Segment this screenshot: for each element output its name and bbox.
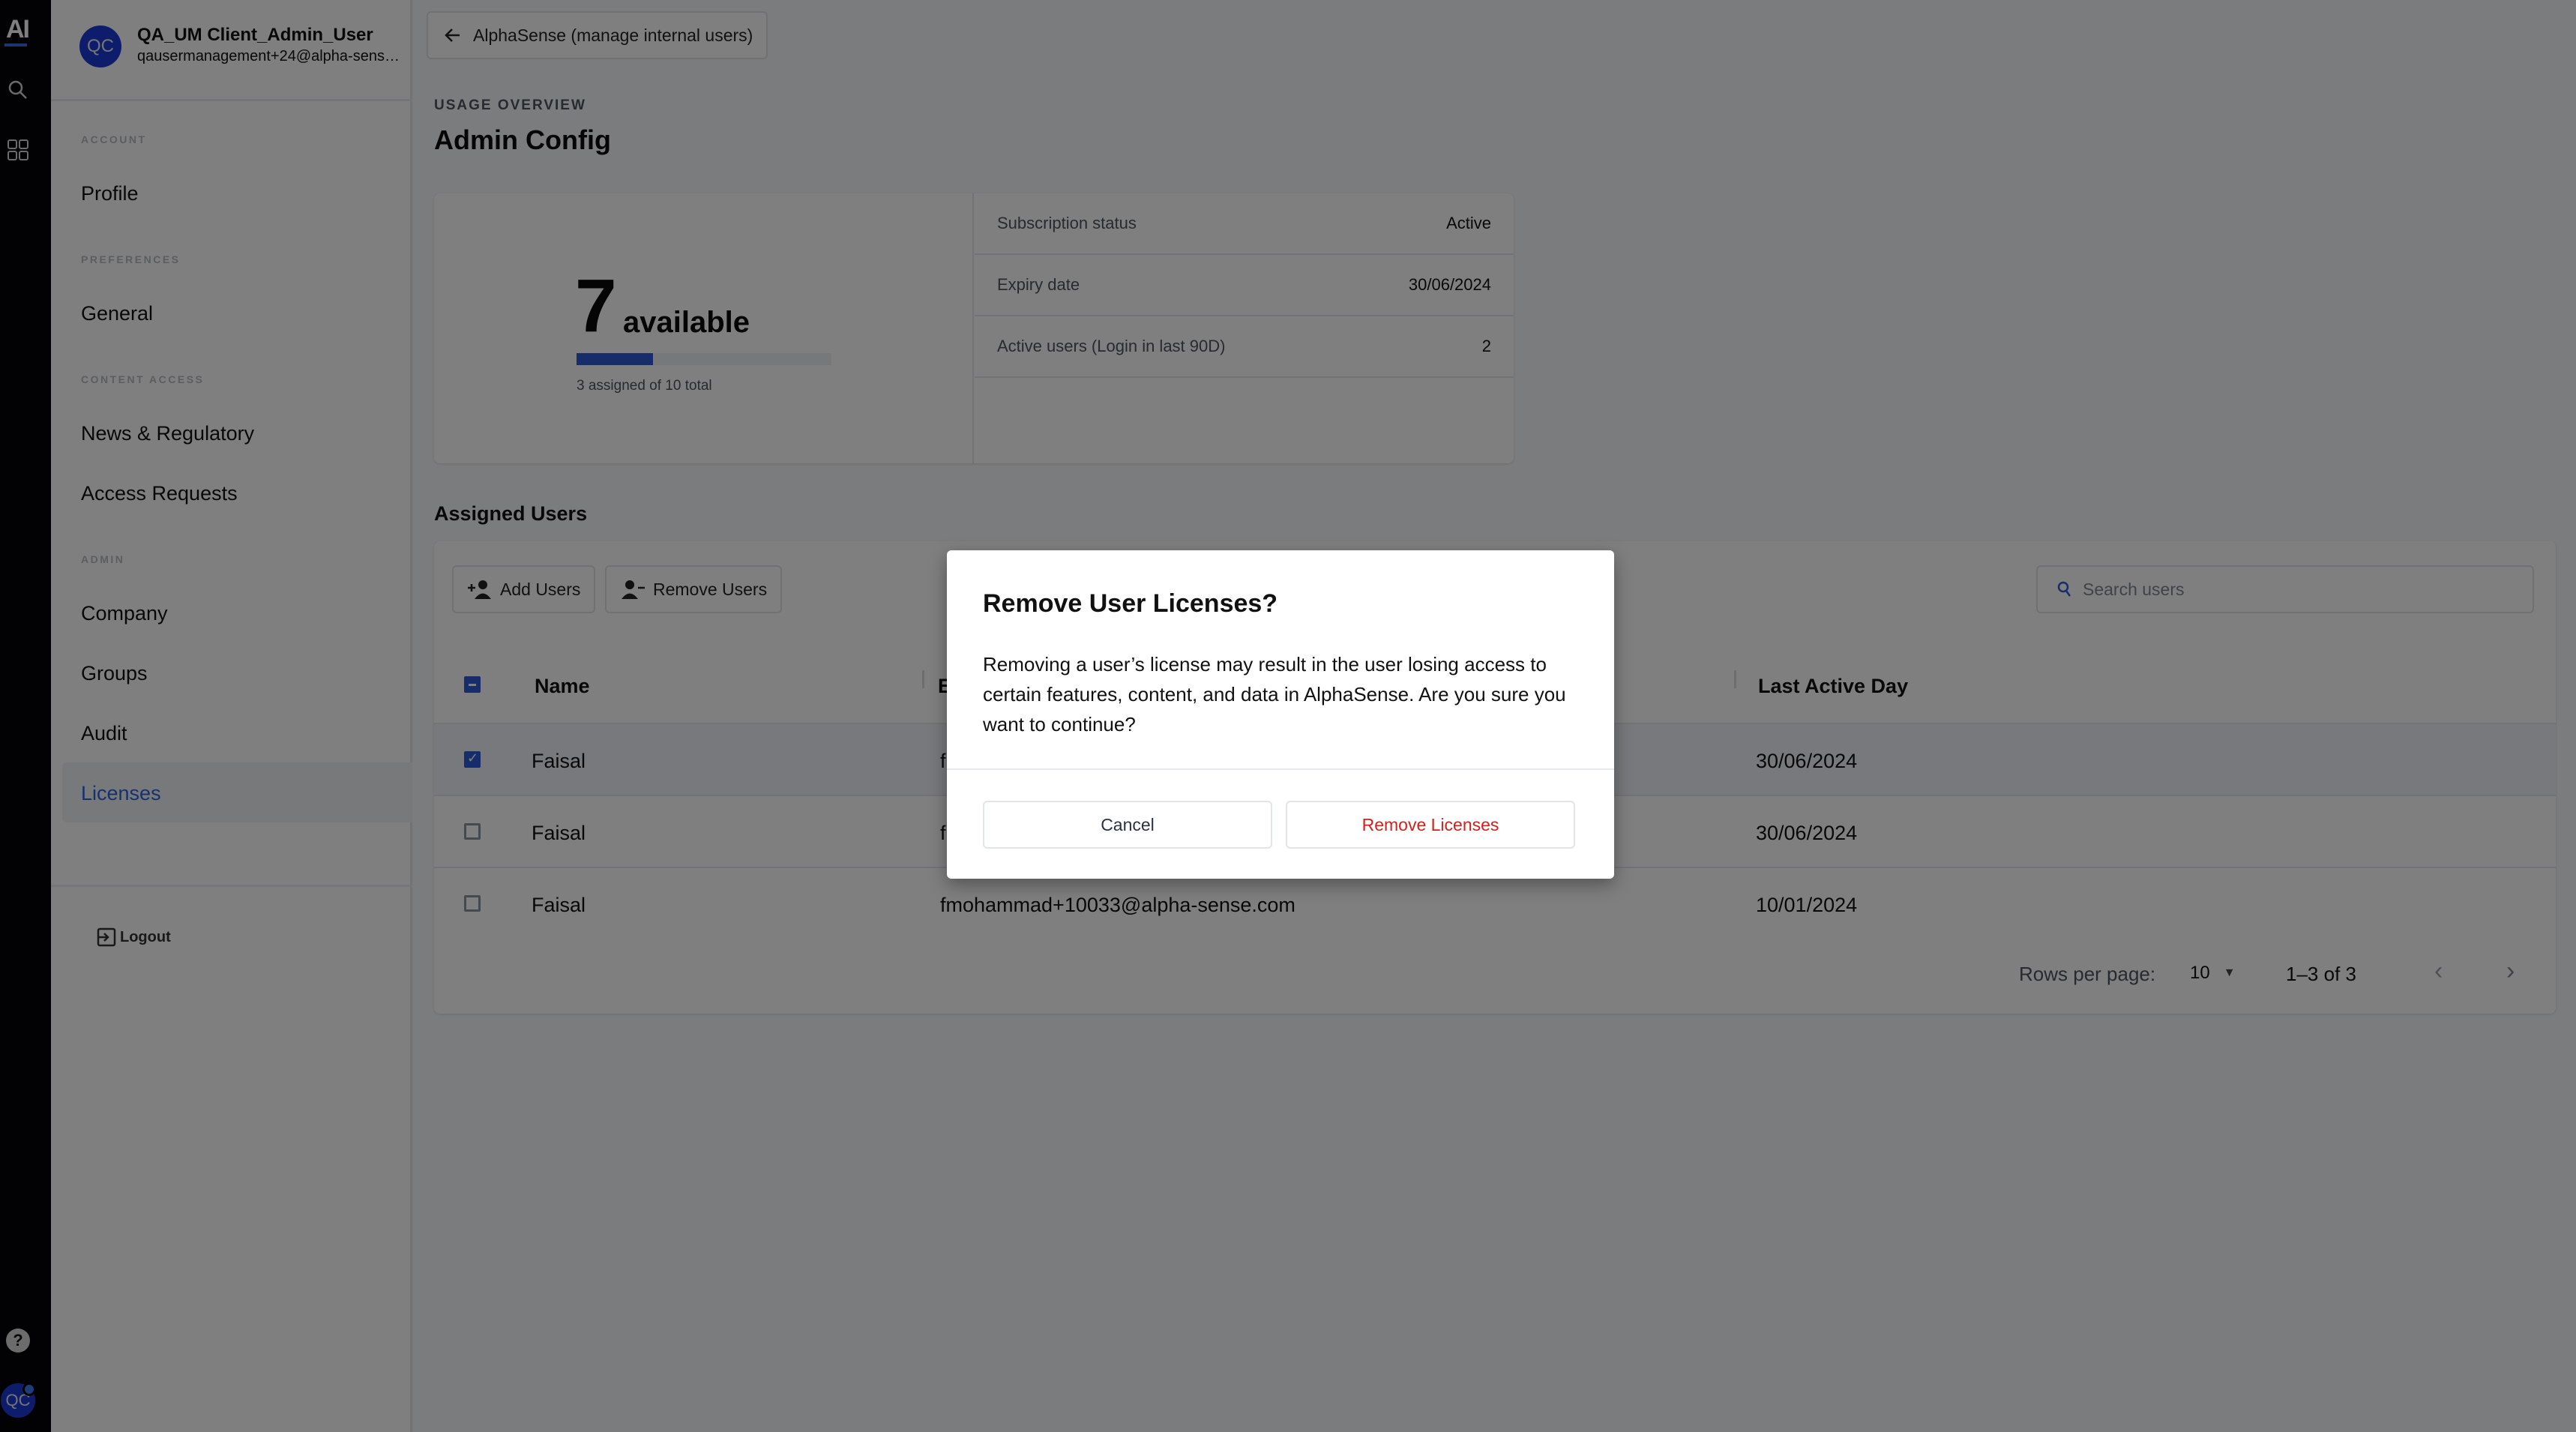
cancel-button[interactable]: Cancel <box>983 801 1272 849</box>
dialog-body: Removing a user’s license may result in … <box>983 653 1566 735</box>
remove-licenses-dialog: Remove User Licenses? Removing a user’s … <box>947 550 1614 879</box>
dialog-title: Remove User Licenses? <box>983 589 1278 618</box>
dialog-divider <box>947 768 1614 770</box>
remove-licenses-button[interactable]: Remove Licenses <box>1286 801 1575 849</box>
